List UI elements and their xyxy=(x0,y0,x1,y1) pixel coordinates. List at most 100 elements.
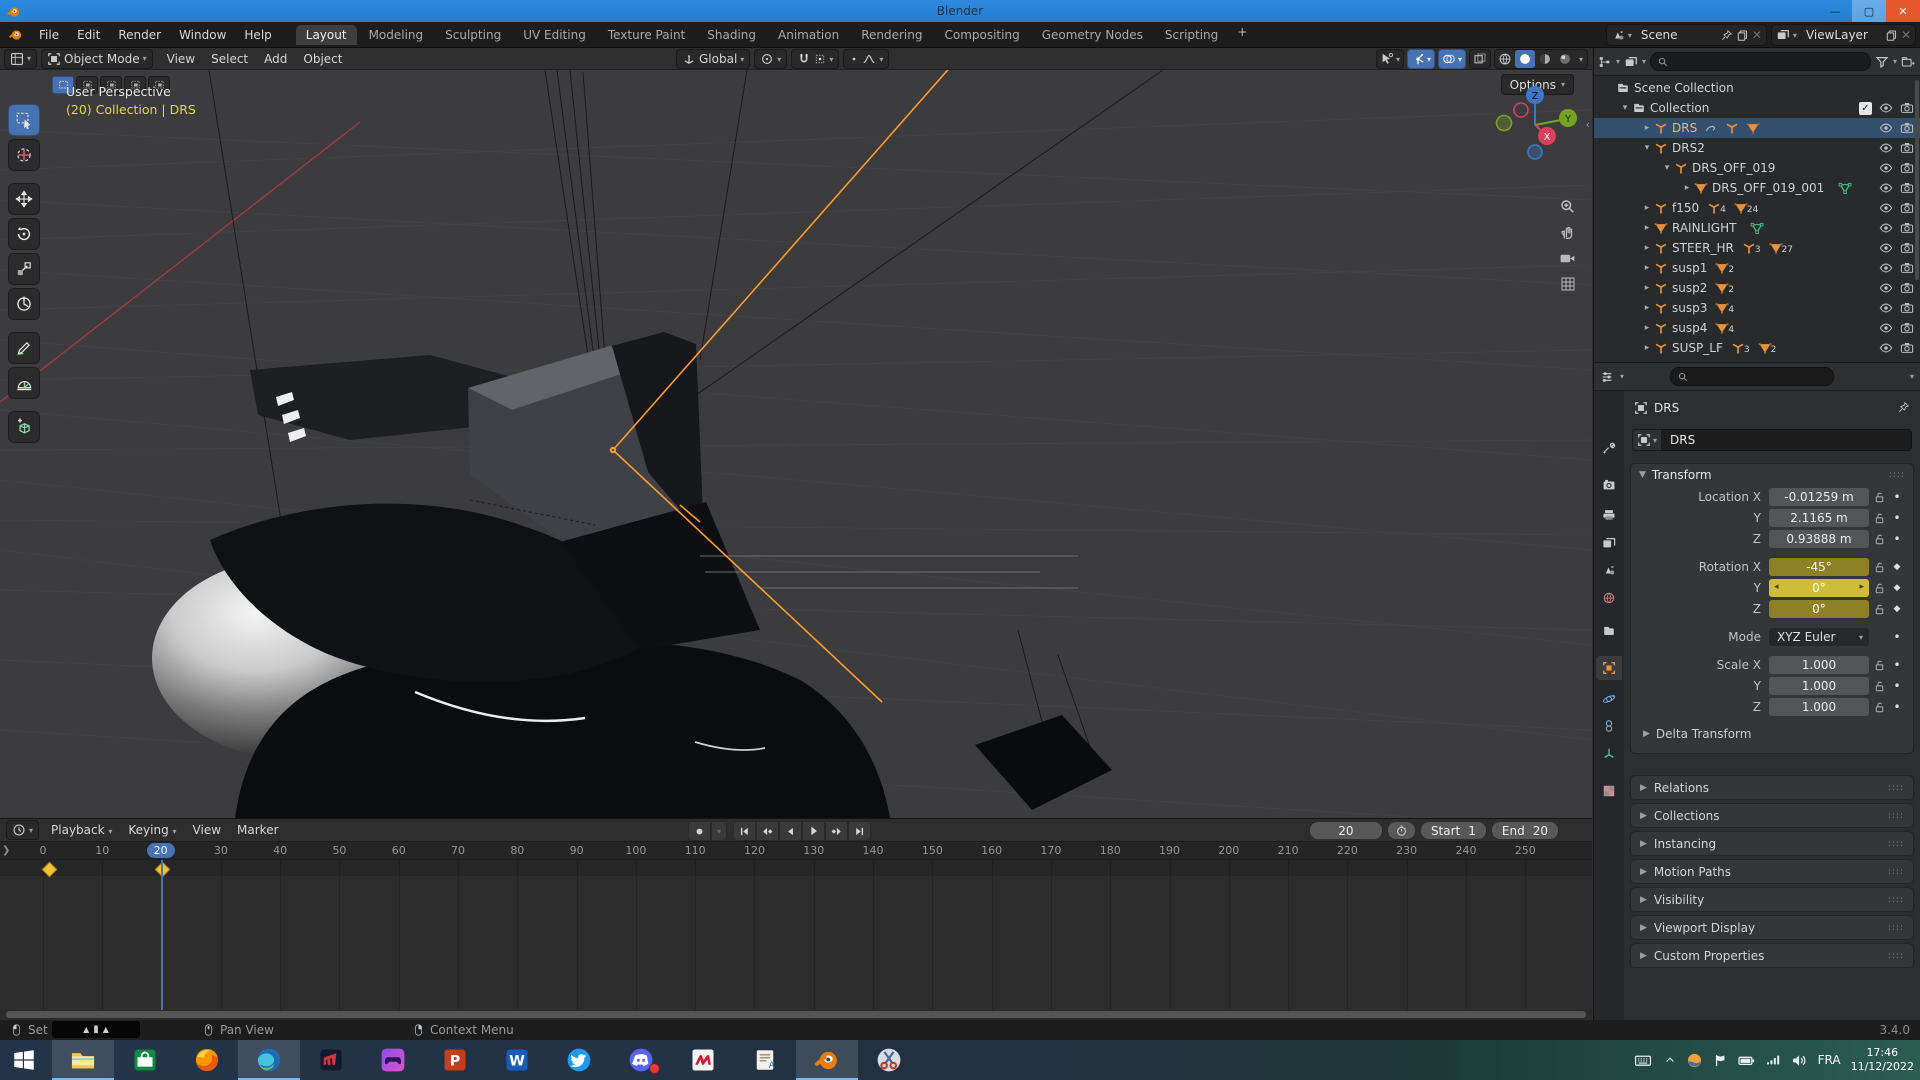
mode-selector[interactable]: Object Mode▾ xyxy=(41,49,153,69)
animate-dot-icon[interactable]: • xyxy=(1889,511,1905,525)
outliner-item-label[interactable]: Scene Collection xyxy=(1630,81,1734,95)
outliner-item-label[interactable]: STEER_HR xyxy=(1668,241,1734,255)
grid-ortho-icon[interactable] xyxy=(1560,276,1576,292)
camera-icon[interactable] xyxy=(1900,141,1914,155)
tool-annotate[interactable] xyxy=(8,332,40,364)
filter-icon[interactable] xyxy=(1875,55,1889,69)
battery-icon[interactable] xyxy=(1738,1052,1755,1069)
taskbar-powerpoint[interactable]: P xyxy=(424,1040,486,1080)
jump-first-button[interactable] xyxy=(733,821,756,841)
camera-icon[interactable] xyxy=(1900,341,1914,355)
animate-dot-icon[interactable]: • xyxy=(1889,490,1905,504)
properties-tab-tool[interactable] xyxy=(1596,436,1622,460)
outliner-row-RAINLIGHT[interactable]: ▸ RAINLIGHT xyxy=(1594,218,1920,238)
drag-handle-icon[interactable]: :::: xyxy=(1888,839,1904,849)
expander-icon[interactable]: ▸ xyxy=(1640,223,1654,233)
taskbar-game-launcher[interactable] xyxy=(362,1040,424,1080)
copy-icon[interactable] xyxy=(1885,29,1898,42)
gizmo-toggle[interactable]: ▾ xyxy=(1407,49,1435,69)
eye-icon[interactable] xyxy=(1879,221,1893,235)
outliner-editor-icon[interactable] xyxy=(1598,55,1612,69)
tool-tweak-select[interactable] xyxy=(8,104,40,136)
lock-open-icon[interactable] xyxy=(1873,603,1886,616)
outliner-item-label[interactable]: RAINLIGHT xyxy=(1668,221,1736,235)
lock-open-icon[interactable] xyxy=(1873,701,1886,714)
outliner-row-susp3[interactable]: ▸ susp34 xyxy=(1594,298,1920,318)
delta-transform-panel[interactable]: ▶Delta Transform xyxy=(1631,723,1913,745)
properties-tab-object[interactable] xyxy=(1596,656,1622,680)
panel-visibility[interactable]: ▶Visibility:::: xyxy=(1630,887,1914,912)
outliner-item-label[interactable]: f150 xyxy=(1668,201,1699,215)
tool-cursor[interactable] xyxy=(8,139,40,171)
snap-toggle[interactable]: ▾ xyxy=(791,49,839,69)
panel-relations[interactable]: ▶Relations:::: xyxy=(1630,775,1914,800)
animate-dot-icon[interactable]: • xyxy=(1889,532,1905,546)
properties-tab-scene[interactable] xyxy=(1596,558,1622,582)
timeline-expand-icon[interactable]: ❯ xyxy=(2,845,10,856)
editor-type-button[interactable]: ▾ xyxy=(4,49,37,69)
blender-menu-icon[interactable] xyxy=(8,27,24,42)
tool-rotate[interactable] xyxy=(8,218,40,250)
outliner-row-Collection[interactable]: ▾ Collection ✓ xyxy=(1594,98,1920,118)
pin-icon[interactable] xyxy=(1720,29,1733,42)
properties-search-input[interactable] xyxy=(1693,370,1827,384)
tool-scale[interactable] xyxy=(8,253,40,285)
maximize-button[interactable]: ▢ xyxy=(1852,0,1886,22)
field-z[interactable]: 0° xyxy=(1769,600,1869,618)
minimize-button[interactable]: — xyxy=(1818,0,1852,22)
outliner-row-susp4[interactable]: ▸ susp44 xyxy=(1594,318,1920,338)
viewport-menu-select[interactable]: Select xyxy=(203,52,256,66)
volume-icon[interactable] xyxy=(1791,1052,1808,1069)
menu-window[interactable]: Window xyxy=(170,28,235,42)
keyframe-diamond-icon[interactable]: ◆ xyxy=(1889,604,1905,614)
eye-icon[interactable] xyxy=(1879,141,1893,155)
viewport-menu-view[interactable]: View xyxy=(159,52,203,66)
scene-name[interactable]: Scene xyxy=(1635,28,1717,42)
xray-toggle[interactable] xyxy=(1469,49,1491,69)
lock-open-icon[interactable] xyxy=(1873,680,1886,693)
tool-measure[interactable] xyxy=(8,367,40,399)
workspace-tab-compositing[interactable]: Compositing xyxy=(934,25,1029,45)
animate-dot-icon[interactable]: • xyxy=(1889,700,1905,714)
animate-dot-icon[interactable]: • xyxy=(1889,679,1905,693)
eye-icon[interactable] xyxy=(1879,201,1893,215)
workspace-tab-scripting[interactable]: Scripting xyxy=(1155,25,1228,45)
menu-file[interactable]: File xyxy=(30,28,68,42)
field-mode[interactable]: XYZ Euler▾ xyxy=(1769,628,1869,646)
expander-icon[interactable]: ▸ xyxy=(1640,303,1654,313)
outliner-item-label[interactable]: DRS_OFF_019_001 xyxy=(1708,181,1824,195)
workspace-tab-shading[interactable]: Shading xyxy=(697,25,766,45)
tool-add-cube[interactable] xyxy=(8,411,40,443)
drag-handle-icon[interactable]: :::: xyxy=(1888,811,1904,821)
defender-flag-icon[interactable] xyxy=(1713,1053,1728,1068)
taskbar-snipping-tool[interactable] xyxy=(858,1040,920,1080)
eye-icon[interactable] xyxy=(1879,181,1893,195)
outliner-row-DRS[interactable]: ▸ DRS xyxy=(1594,118,1920,138)
jump-last-button[interactable] xyxy=(848,821,871,841)
viewport-menu-object[interactable]: Object xyxy=(295,52,350,66)
drag-handle-icon[interactable]: :::: xyxy=(1888,951,1904,961)
panel-instancing[interactable]: ▶Instancing:::: xyxy=(1630,831,1914,856)
outliner-item-label[interactable]: Collection xyxy=(1646,101,1709,115)
camera-icon[interactable] xyxy=(1900,181,1914,195)
workspace-tab-uv-editing[interactable]: UV Editing xyxy=(513,25,596,45)
lock-open-icon[interactable] xyxy=(1873,561,1886,574)
weather-icon[interactable] xyxy=(1686,1052,1703,1069)
close-button[interactable]: ✕ xyxy=(1886,0,1920,22)
expander-icon[interactable]: ▾ xyxy=(1618,103,1632,113)
expander-icon[interactable]: ▸ xyxy=(1680,183,1694,193)
outliner-row-SUSP_LF[interactable]: ▸ SUSP_LF32 xyxy=(1594,338,1920,358)
panel-custom-properties[interactable]: ▶Custom Properties:::: xyxy=(1630,943,1914,968)
outliner-item-label[interactable]: DRS xyxy=(1668,121,1697,135)
field-z[interactable]: 0.93888 m xyxy=(1769,530,1869,548)
properties-tab-collection[interactable] xyxy=(1596,619,1622,643)
expander-icon[interactable]: ▸ xyxy=(1640,283,1654,293)
sidebar-collapse-icon[interactable]: ‹ xyxy=(1586,118,1590,131)
taskbar-file-explorer[interactable] xyxy=(52,1040,114,1080)
expander-icon[interactable]: ▸ xyxy=(1640,323,1654,333)
proportional-edit-toggle[interactable]: ▾ xyxy=(843,49,889,69)
pan-hand-icon[interactable] xyxy=(1559,224,1576,241)
timeline-scrollbar[interactable] xyxy=(6,1011,1586,1018)
taskbar-firefox[interactable] xyxy=(176,1040,238,1080)
eye-icon[interactable] xyxy=(1879,281,1893,295)
